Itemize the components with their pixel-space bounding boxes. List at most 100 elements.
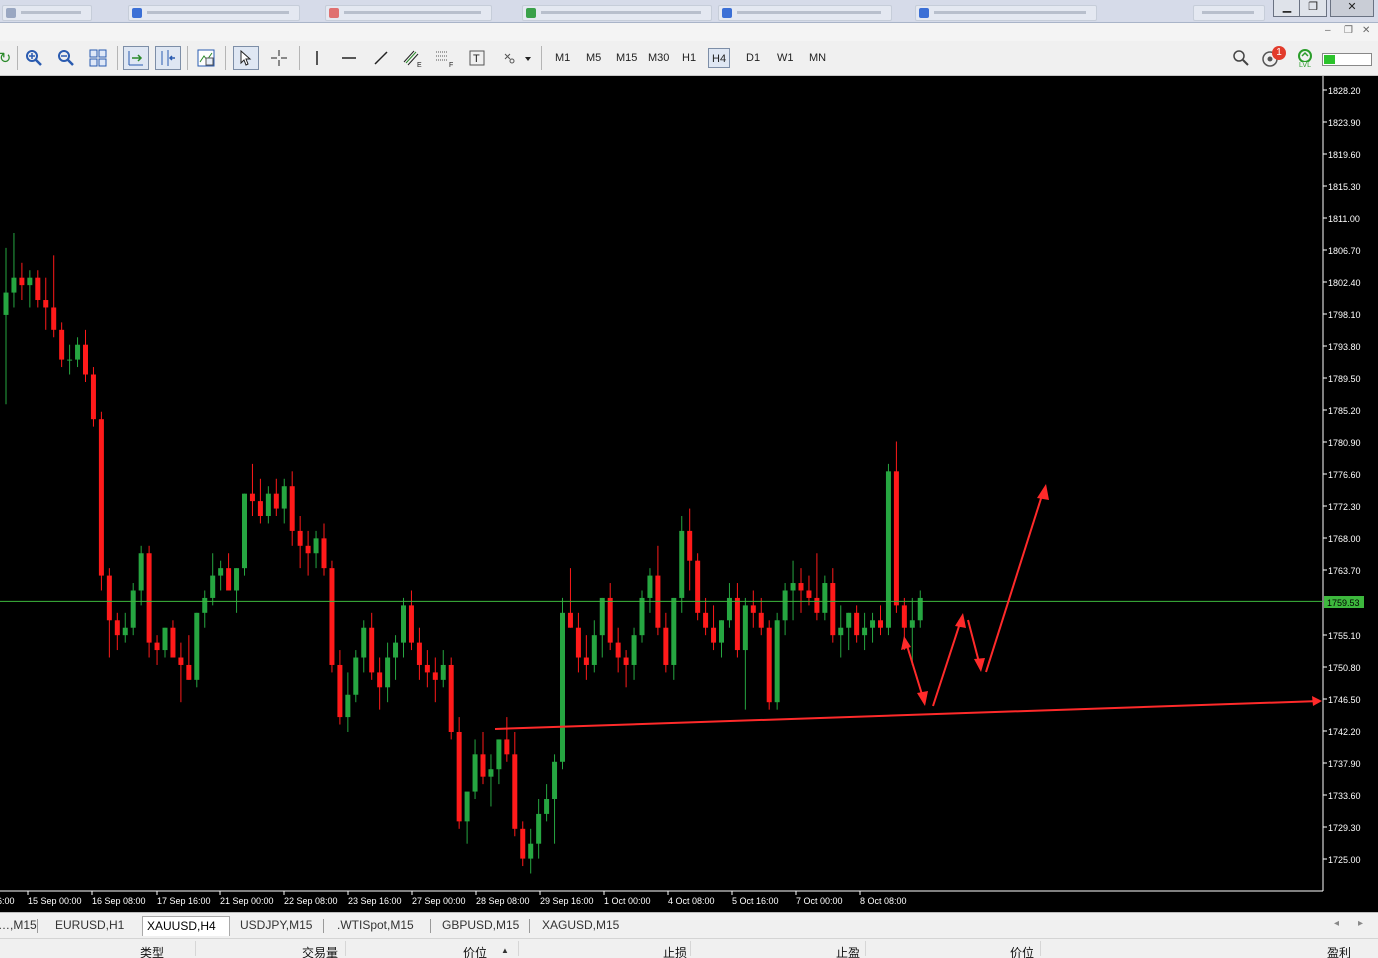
zoom-in-icon[interactable] <box>21 46 47 70</box>
candle-body <box>742 605 748 651</box>
time-tick-label: 7 Oct 00:00 <box>796 896 843 906</box>
auto-scroll-icon[interactable] <box>123 46 149 70</box>
candle-body <box>416 642 422 665</box>
candle-body <box>130 590 136 628</box>
crosshair-icon[interactable] <box>266 46 292 70</box>
trendline-arrowhead <box>1312 696 1322 706</box>
candle-body <box>567 612 573 628</box>
sort-arrow-icon: ▲ <box>501 946 509 955</box>
trendline-icon[interactable] <box>368 46 394 70</box>
tab-scroll-right-icon[interactable]: ▸ <box>1358 918 1363 929</box>
time-tick-label: 16 Sep 08:00 <box>92 896 146 906</box>
candle-body <box>242 493 247 569</box>
price-tick-label: 1811.00 <box>1328 214 1360 224</box>
candle-body <box>67 359 73 361</box>
price-tick-label: 1725.00 <box>1328 855 1361 865</box>
col-volume[interactable]: 交易量 <box>302 944 338 958</box>
vertical-line-icon[interactable] <box>304 46 330 70</box>
chart-tab[interactable]: GBPUSD,M15 <box>438 916 532 935</box>
price-chart[interactable]: 1828.20 1823.90 1819.60 1815.30 1811.00 1806.… <box>0 76 1378 912</box>
time-tick-label: 4 Oct 08:00 <box>668 896 715 906</box>
candle-body <box>90 374 96 420</box>
candle-body <box>512 754 518 829</box>
chart-tab[interactable]: XAUUSD,H4 <box>142 916 230 936</box>
fibonacci-icon[interactable]: F <box>432 46 458 70</box>
tab-separator <box>430 919 431 933</box>
close-button[interactable]: ✕ <box>1330 0 1374 17</box>
candle-body <box>703 612 709 628</box>
vertical-line-glyph <box>316 51 318 65</box>
shapes-glyph <box>504 53 531 64</box>
equidistant-channel-icon[interactable]: E <box>400 46 426 70</box>
candle-body <box>273 493 279 509</box>
chart-tab[interactable]: EURUSD,H1 <box>51 916 135 935</box>
timeframe-m30-button[interactable]: M30 <box>645 48 672 68</box>
chart-tab[interactable]: USDJPY,M15 <box>236 916 326 935</box>
timeframe-d1-button[interactable]: D1 <box>743 48 763 68</box>
candle-body <box>528 843 534 859</box>
chart-shift-icon[interactable] <box>155 46 181 70</box>
candle-body <box>623 657 629 665</box>
taskbar-tab-4[interactable] <box>522 5 712 21</box>
col-take-profit[interactable]: 止盈 <box>836 944 860 958</box>
chart-tab[interactable]: XAGUSD,M15 <box>538 916 636 935</box>
indicators-icon[interactable] <box>193 46 219 70</box>
price-tick-label: 1789.50 <box>1328 374 1361 384</box>
col-profit[interactable]: 盈利 <box>1327 944 1351 958</box>
taskbar-tab-3[interactable] <box>325 5 492 21</box>
zoom-out-icon[interactable] <box>53 46 79 70</box>
taskbar-tab-6[interactable] <box>915 5 1097 21</box>
candle-body <box>806 590 812 598</box>
time-tick-label: 23 Sep 16:00 <box>348 896 402 906</box>
timeframe-mn-button[interactable]: MN <box>806 48 829 68</box>
candle-body <box>11 277 17 293</box>
timeframe-w1-button[interactable]: W1 <box>774 48 797 68</box>
candle-body <box>27 277 33 286</box>
tile-glyph <box>89 49 107 67</box>
mdi-restore-icon[interactable]: ❐ <box>1344 25 1353 36</box>
zoom-out-glyph <box>58 50 74 66</box>
chart-canvas: 1828.20 1823.90 1819.60 1815.30 1811.00 1806.… <box>0 76 1378 912</box>
cursor-icon[interactable] <box>233 46 259 70</box>
support-trendline <box>494 700 1321 730</box>
chart-tab[interactable]: .WTISpot,M15 <box>333 916 433 935</box>
col-stop-loss[interactable]: 止损 <box>663 944 687 958</box>
candle-body <box>345 694 351 718</box>
candle-body <box>83 344 88 375</box>
candle-body <box>838 627 844 636</box>
candle-body <box>599 597 605 636</box>
candle-body <box>870 620 876 628</box>
timeframe-h4-button[interactable]: H4 <box>708 48 731 68</box>
price-tick-label: 1780.90 <box>1328 438 1361 448</box>
taskbar-tab-7[interactable] <box>1193 5 1265 21</box>
horizontal-line-icon[interactable] <box>336 46 362 70</box>
candle-body <box>790 583 796 591</box>
timeframe-h1-button[interactable]: H1 <box>679 48 699 68</box>
text-label-icon[interactable]: T <box>464 46 490 70</box>
col-current-price[interactable]: 价位 <box>1010 944 1034 958</box>
col-type[interactable]: 类型 <box>140 944 164 958</box>
timeframe-m15-button[interactable]: M15 <box>613 48 640 68</box>
candle-body <box>98 419 104 576</box>
taskbar-tab-1[interactable] <box>2 5 92 21</box>
signal-level-icon[interactable]: LVL <box>1292 46 1318 70</box>
maximize-button[interactable]: ❐ <box>1299 0 1327 17</box>
tile-windows-icon[interactable] <box>85 46 111 70</box>
candle-body <box>488 769 494 777</box>
taskbar-tab-5[interactable] <box>718 5 892 21</box>
minimize-button[interactable]: ▁ <box>1273 0 1301 17</box>
taskbar-tab-2[interactable] <box>128 5 300 21</box>
chart-tab[interactable]: …,M15 <box>0 916 40 935</box>
candle-body <box>575 627 581 658</box>
tab-scroll-left-icon[interactable]: ◂ <box>1334 918 1339 929</box>
arrow-icon[interactable]: ↻ <box>0 46 18 70</box>
col-price[interactable]: 价位 <box>463 944 487 958</box>
app-icon <box>132 8 142 18</box>
timeframe-m5-button[interactable]: M5 <box>583 48 604 68</box>
shapes-dropdown-icon[interactable] <box>498 46 534 70</box>
notifications-icon[interactable]: 1 <box>1259 46 1289 70</box>
timeframe-m1-button[interactable]: M1 <box>552 48 573 68</box>
search-icon[interactable] <box>1228 46 1254 70</box>
mdi-close-icon[interactable]: ✕ <box>1362 25 1370 36</box>
mdi-minimize-icon[interactable]: – <box>1325 25 1331 36</box>
